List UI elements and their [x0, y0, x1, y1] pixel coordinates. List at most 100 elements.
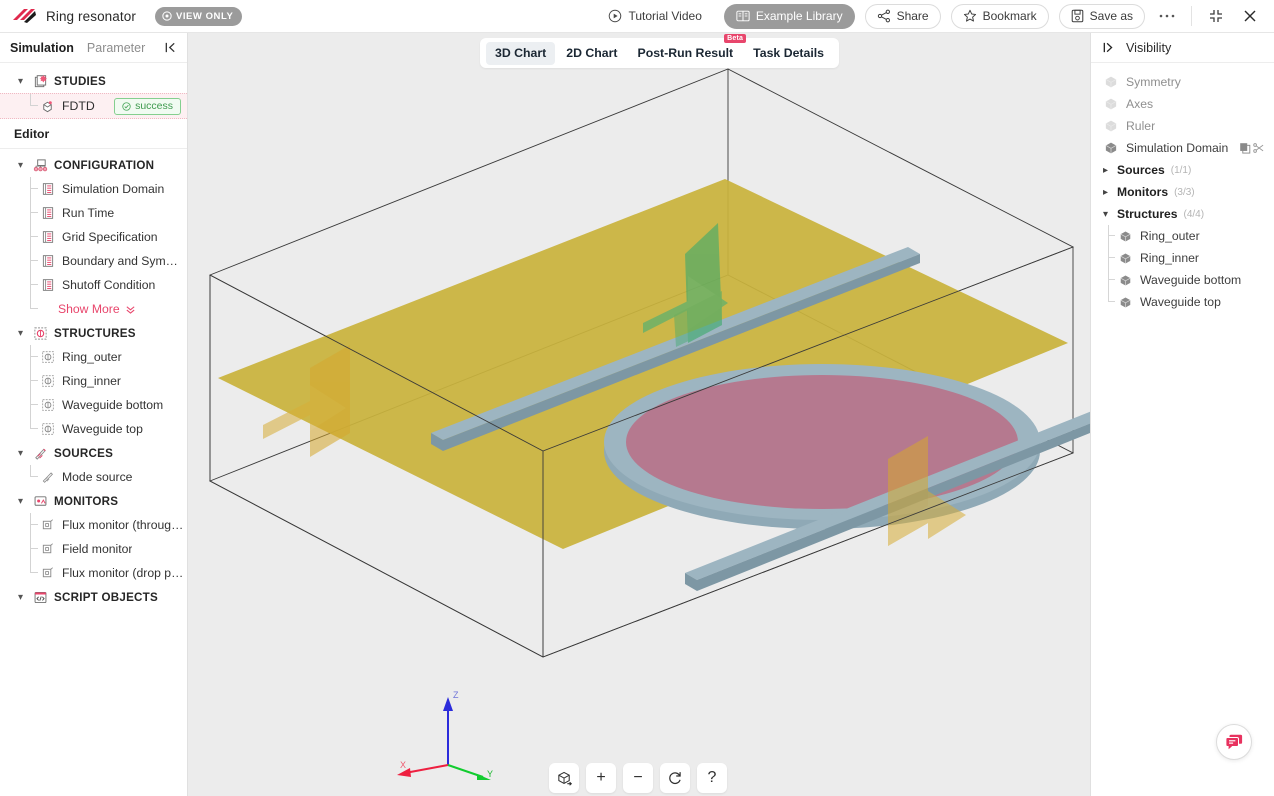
- config-item-icon: [40, 230, 55, 245]
- visibility-toggle-axes[interactable]: Axes: [1091, 93, 1274, 115]
- zoom-out-button[interactable]: −: [623, 763, 653, 793]
- tree-group-structures[interactable]: ▾ STRUCTURES: [0, 321, 187, 345]
- check-circle-icon: [122, 102, 131, 111]
- bookmark-button[interactable]: Bookmark: [951, 4, 1049, 29]
- tab-3d-chart[interactable]: 3D Chart: [486, 42, 555, 65]
- visibility-toggle-ruler[interactable]: Ruler: [1091, 115, 1274, 137]
- tree-stem: [1108, 258, 1109, 269]
- collapse-window-button[interactable]: [1204, 4, 1228, 28]
- fit-view-button[interactable]: [549, 763, 579, 793]
- tree-item-label: Ring_outer: [62, 350, 122, 364]
- visibility-item-label: Ring_outer: [1140, 229, 1200, 243]
- cube-icon: [1103, 119, 1118, 134]
- tree-group-monitors[interactable]: ▾ MONITORS: [0, 489, 187, 513]
- save-as-button[interactable]: Save as: [1059, 4, 1145, 29]
- tree-stem: [30, 357, 31, 369]
- tree-item-waveguide-bottom[interactable]: Waveguide bottom: [0, 393, 187, 417]
- configuration-icon: [33, 158, 48, 173]
- tab-task-details[interactable]: Task Details: [744, 42, 833, 65]
- chevron-left-bar-icon: [164, 41, 177, 54]
- show-more-label: Show More: [58, 302, 120, 316]
- chat-support-button[interactable]: [1216, 724, 1252, 760]
- group-count: (1/1): [1171, 165, 1192, 176]
- tree-stem: [30, 261, 31, 273]
- tree-item-waveguide-top[interactable]: Waveguide top: [0, 417, 187, 441]
- tree-connector: [30, 273, 38, 285]
- tree-item-label: Boundary and Symmetry: [62, 254, 187, 268]
- example-library-label: Example Library: [756, 9, 843, 23]
- tab-2d-chart[interactable]: 2D Chart: [557, 42, 626, 65]
- tree-item-fdtd[interactable]: FDTD success: [0, 93, 187, 119]
- tree-connector: [1108, 247, 1115, 258]
- more-options-button[interactable]: [1155, 4, 1179, 28]
- visibility-list: Symmetry Axes Ruler Simulation Domain: [1091, 63, 1274, 313]
- monitor-item-icon: [40, 542, 55, 557]
- monitor-item-icon: [40, 518, 55, 533]
- visibility-group-monitors[interactable]: ▸ Monitors (3/3): [1091, 181, 1274, 203]
- app-logo: [11, 6, 37, 26]
- tree-connector: [30, 393, 38, 405]
- tree-connector: [30, 249, 38, 261]
- chevron-right-icon: ▸: [1103, 165, 1111, 176]
- tree-connector: [30, 537, 38, 549]
- structures-icon: [33, 326, 48, 341]
- visibility-title: Visibility: [1126, 41, 1171, 55]
- example-library-button[interactable]: Example Library: [724, 4, 855, 29]
- tree-group-script-objects[interactable]: ▾ SCRIPT OBJECTS: [0, 585, 187, 609]
- visibility-toggle-simulation-domain[interactable]: Simulation Domain: [1091, 137, 1274, 159]
- tree-connector: [30, 513, 38, 525]
- tree-item-ring-outer[interactable]: Ring_outer: [0, 345, 187, 369]
- tree-connector: [30, 225, 38, 237]
- tree-item-boundary-and-symmetry[interactable]: Boundary and Symmetry: [0, 249, 187, 273]
- tree-stem: [1108, 280, 1109, 291]
- tab-label: 3D Chart: [495, 46, 546, 60]
- tree-item-ring-inner[interactable]: Ring_inner: [0, 369, 187, 393]
- tree-group-studies[interactable]: ▾ STUDIES: [0, 69, 187, 93]
- domain-row-actions[interactable]: [1239, 142, 1265, 154]
- reset-view-button[interactable]: [660, 763, 690, 793]
- visibility-toggle-symmetry[interactable]: Symmetry: [1091, 71, 1274, 93]
- tree-item-field-monitor[interactable]: Field monitor: [0, 537, 187, 561]
- status-text: success: [135, 100, 173, 112]
- collapse-sidebar-button[interactable]: [164, 41, 177, 54]
- share-button[interactable]: Share: [865, 4, 941, 29]
- tree-group-configuration[interactable]: ▾ CONFIGURATION: [0, 153, 187, 177]
- visibility-item-ring-inner[interactable]: Ring_inner: [1091, 247, 1274, 269]
- 3d-viewport[interactable]: [188, 33, 1090, 796]
- expand-panel-button[interactable]: [1102, 41, 1115, 54]
- config-item-icon: [40, 182, 55, 197]
- tree-item-shutoff-condition[interactable]: Shutoff Condition: [0, 273, 187, 297]
- tree-item-flux-monitor-drop[interactable]: Flux monitor (drop port): [0, 561, 187, 585]
- zoom-in-button[interactable]: +: [586, 763, 616, 793]
- tree-item-simulation-domain[interactable]: Simulation Domain: [0, 177, 187, 201]
- bookmark-label: Bookmark: [983, 9, 1037, 23]
- tree-item-mode-source[interactable]: Mode source: [0, 465, 187, 489]
- tree-group-label: SOURCES: [54, 447, 113, 460]
- close-button[interactable]: [1238, 4, 1262, 28]
- right-sidebar: Visibility Symmetry Axes Ruler: [1090, 33, 1274, 796]
- visibility-item-ring-outer[interactable]: Ring_outer: [1091, 225, 1274, 247]
- left-sidebar: Simulation Parameter ▾: [0, 33, 188, 796]
- tab-parameter[interactable]: Parameter: [87, 41, 145, 55]
- cube-icon: [1103, 97, 1118, 112]
- tree-stem: [30, 237, 31, 249]
- visibility-item-waveguide-top[interactable]: Waveguide top: [1091, 291, 1274, 313]
- tutorial-video-button[interactable]: Tutorial Video: [596, 4, 713, 29]
- tree-connector: [30, 417, 38, 429]
- sources-icon: [33, 446, 48, 461]
- visibility-item-waveguide-bottom[interactable]: Waveguide bottom: [1091, 269, 1274, 291]
- tree-group-label: CONFIGURATION: [54, 159, 154, 172]
- help-label: ?: [708, 769, 717, 787]
- tree-item-grid-specification[interactable]: Grid Specification: [0, 225, 187, 249]
- help-button[interactable]: ?: [697, 763, 727, 793]
- visibility-group-structures[interactable]: ▾ Structures (4/4): [1091, 203, 1274, 225]
- show-more-button[interactable]: Show More: [0, 297, 187, 321]
- axis-label-y: Y: [487, 769, 493, 779]
- tree-item-run-time[interactable]: Run Time: [0, 201, 187, 225]
- tab-post-run-result[interactable]: Post-Run Result Beta: [629, 42, 743, 65]
- visibility-group-sources[interactable]: ▸ Sources (1/1): [1091, 159, 1274, 181]
- tree-item-flux-monitor-through[interactable]: Flux monitor (through p...: [0, 513, 187, 537]
- tree-group-sources[interactable]: ▾ SOURCES: [0, 441, 187, 465]
- tab-simulation[interactable]: Simulation: [10, 41, 74, 55]
- simulation-tree: ▾ STUDIES: [0, 63, 187, 796]
